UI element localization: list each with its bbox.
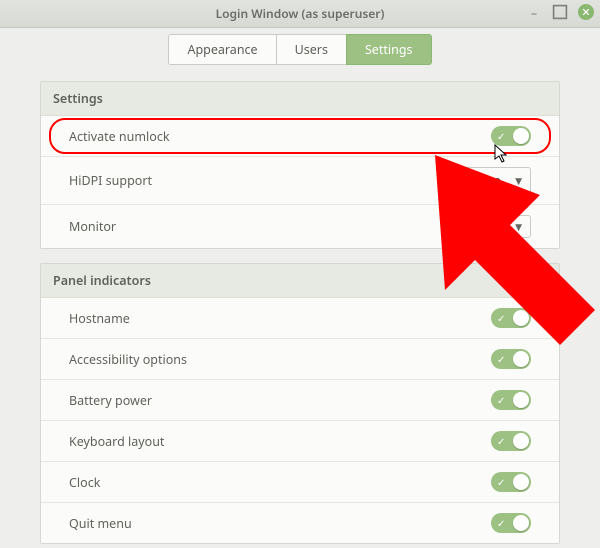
toggle-knob: [513, 351, 529, 367]
toggle-knob: [513, 474, 529, 490]
check-icon: ✓: [497, 395, 505, 405]
window-title: Login Window (as superuser): [216, 5, 385, 22]
row-label: Keyboard layout: [69, 433, 164, 450]
toggle-accessibility[interactable]: ✓: [491, 349, 531, 369]
panel-indicators: Panel indicators Hostname ✓ Accessibilit…: [40, 263, 560, 544]
select-monitor[interactable]: ▼: [491, 215, 531, 238]
check-icon: ✓: [497, 436, 505, 446]
toggle-knob: [513, 433, 529, 449]
row-label: Activate numlock: [69, 128, 170, 145]
select-hidpi[interactable]: Auto ▼: [464, 167, 531, 194]
row-label: Hostname: [69, 310, 130, 327]
minimize-button[interactable]: –: [526, 4, 542, 20]
toggle-keyboard[interactable]: ✓: [491, 431, 531, 451]
toggle-clock[interactable]: ✓: [491, 472, 531, 492]
row-monitor: Monitor ▼: [41, 205, 559, 248]
row-label: Monitor: [69, 218, 116, 235]
panel-settings: Settings Activate numlock ✓ HiDPI suppor…: [40, 81, 560, 249]
check-icon: ✓: [497, 477, 505, 487]
chevron-down-icon: ▼: [515, 174, 522, 187]
tab-appearance[interactable]: Appearance: [168, 34, 275, 65]
titlebar: Login Window (as superuser) –: [0, 0, 600, 28]
panel-indicators-header: Panel indicators: [41, 264, 559, 298]
select-value: Auto: [473, 172, 501, 189]
check-icon: ✓: [497, 354, 505, 364]
row-label: Clock: [69, 474, 100, 491]
toggle-activate-numlock[interactable]: ✓: [491, 126, 531, 146]
toggle-battery[interactable]: ✓: [491, 390, 531, 410]
toggle-knob: [513, 515, 529, 531]
row-hostname: Hostname ✓: [41, 298, 559, 339]
check-icon: ✓: [497, 131, 505, 141]
panel-settings-header: Settings: [41, 82, 559, 116]
close-button[interactable]: [578, 4, 594, 20]
chevron-down-icon: ▼: [515, 220, 522, 233]
toggle-knob: [513, 392, 529, 408]
toggle-hostname[interactable]: ✓: [491, 308, 531, 328]
row-battery: Battery power ✓: [41, 380, 559, 421]
row-label: Accessibility options: [69, 351, 187, 368]
row-clock: Clock ✓: [41, 462, 559, 503]
row-label: Quit menu: [69, 515, 132, 532]
maximize-button[interactable]: [552, 4, 568, 20]
row-quit: Quit menu ✓: [41, 503, 559, 543]
tab-users[interactable]: Users: [276, 34, 346, 65]
tab-bar: Appearance Users Settings: [0, 34, 600, 65]
row-hidpi-support: HiDPI support Auto ▼: [41, 157, 559, 205]
row-keyboard: Keyboard layout ✓: [41, 421, 559, 462]
toggle-quit[interactable]: ✓: [491, 513, 531, 533]
toggle-knob: [513, 128, 529, 144]
window-controls: –: [526, 4, 594, 20]
check-icon: ✓: [497, 313, 505, 323]
row-label: Battery power: [69, 392, 152, 409]
row-accessibility: Accessibility options ✓: [41, 339, 559, 380]
check-icon: ✓: [497, 518, 505, 528]
content-area: Settings Activate numlock ✓ HiDPI suppor…: [0, 65, 600, 544]
toggle-knob: [513, 310, 529, 326]
tab-settings[interactable]: Settings: [346, 34, 432, 65]
row-label: HiDPI support: [69, 172, 152, 189]
row-activate-numlock: Activate numlock ✓: [41, 116, 559, 157]
